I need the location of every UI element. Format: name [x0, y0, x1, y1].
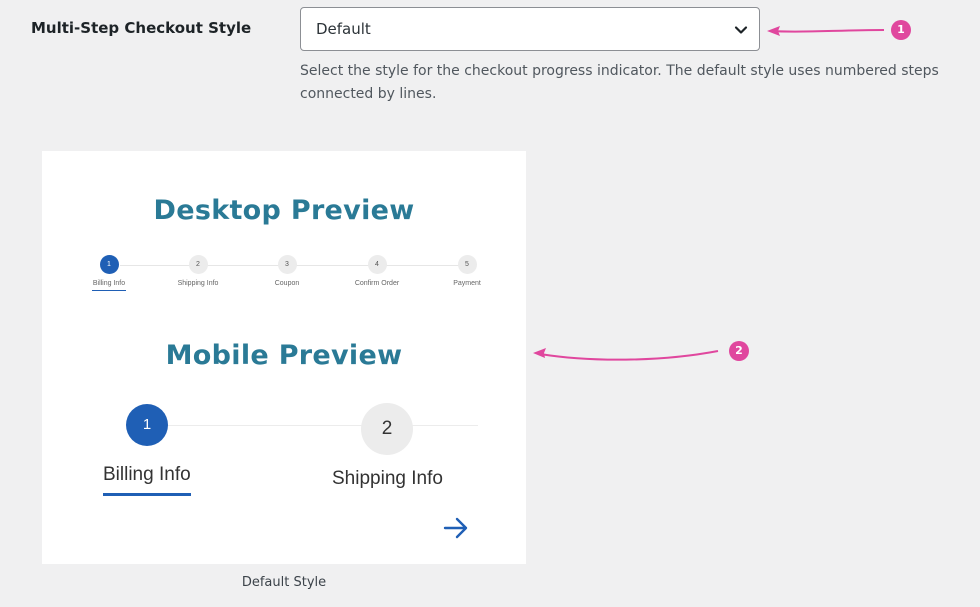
annotation-badge: 2 [729, 341, 749, 361]
annotation-badge: 1 [891, 20, 911, 40]
annotation-arrow-2 [539, 350, 719, 361]
annotation-arrowhead-2 [533, 348, 546, 358]
annotation-arrow-1 [771, 29, 885, 33]
annotation-arrows [533, 26, 885, 361]
